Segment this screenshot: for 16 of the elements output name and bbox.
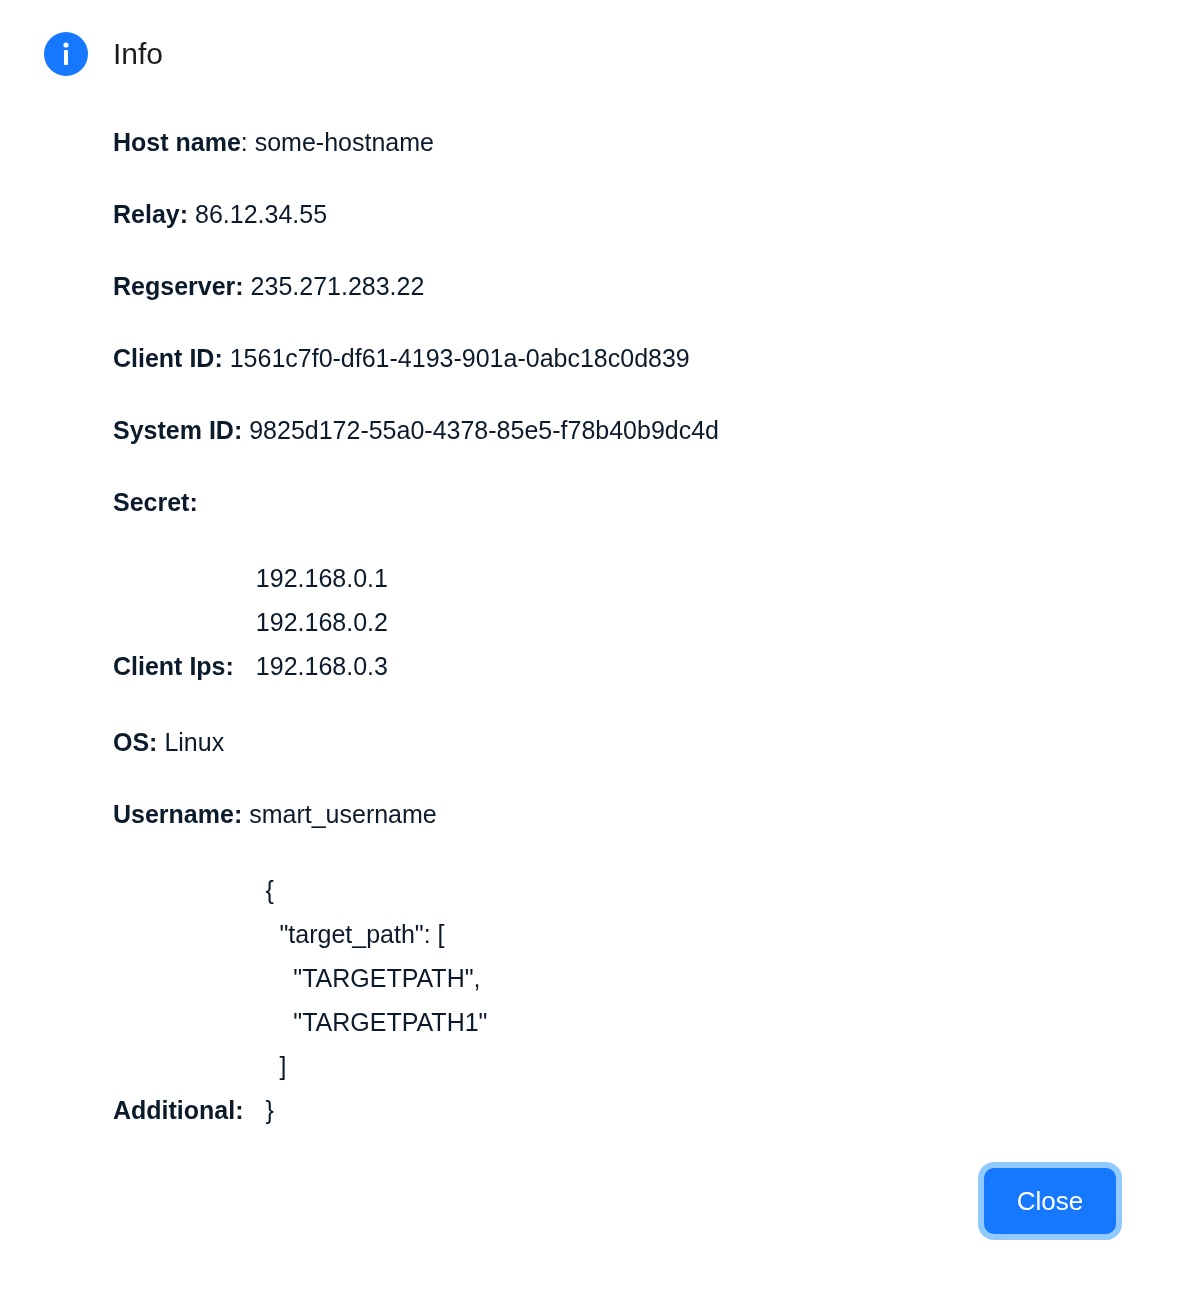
info-line: System ID: 9825d172-55a0-4378-85e5-f78b40b9dc4d [113,415,721,446]
info-line: Relay: 86.12.34.55 [113,199,329,230]
json-text: { "target_path": [ "TARGETPATH", "TARGETPATH1" ] } [265,875,488,1126]
ip-address: 192.168.0.1 [255,563,388,594]
ip-address: 192.168.0.3 [255,651,388,682]
dialog-title: Info [113,36,164,72]
field-label: Additional: [113,1095,244,1126]
info-line: Regserver: 235.271.283.22 [113,271,426,302]
info-line: OS: Linux [113,727,226,758]
info-line: Secret: [113,487,199,518]
field-label: Client Ips: [113,651,234,682]
ip-address: 192.168.0.2 [255,607,388,638]
info-icon [44,32,88,76]
info-line: Client ID: 1561c7f0-df61-4193-901a-0abc18c0d839 [113,343,691,374]
info-line: Username: smart_username [113,799,438,830]
info-line: Host name: some-hostname [113,127,435,158]
